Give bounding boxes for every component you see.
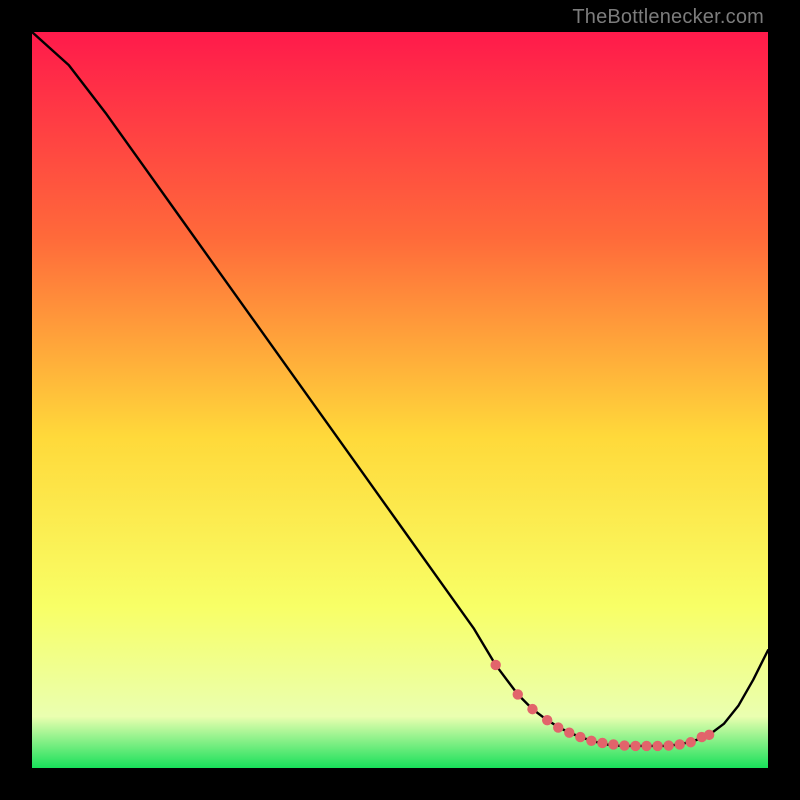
- marker-point: [564, 727, 574, 737]
- marker-point: [553, 722, 563, 732]
- marker-point: [630, 741, 640, 751]
- marker-point: [527, 704, 537, 714]
- marker-point: [619, 740, 629, 750]
- marker-point: [513, 689, 523, 699]
- marker-point: [608, 739, 618, 749]
- marker-point: [641, 741, 651, 751]
- plot-frame: [32, 32, 768, 768]
- marker-point: [674, 739, 684, 749]
- marker-point: [597, 738, 607, 748]
- marker-point: [575, 732, 585, 742]
- marker-point: [704, 730, 714, 740]
- marker-point: [652, 741, 662, 751]
- gradient-background: [32, 32, 768, 768]
- attribution-text: TheBottlenecker.com: [572, 6, 764, 29]
- marker-point: [663, 740, 673, 750]
- marker-point: [490, 660, 500, 670]
- marker-point: [542, 715, 552, 725]
- bottleneck-chart: [32, 32, 768, 768]
- marker-point: [686, 737, 696, 747]
- marker-point: [586, 736, 596, 746]
